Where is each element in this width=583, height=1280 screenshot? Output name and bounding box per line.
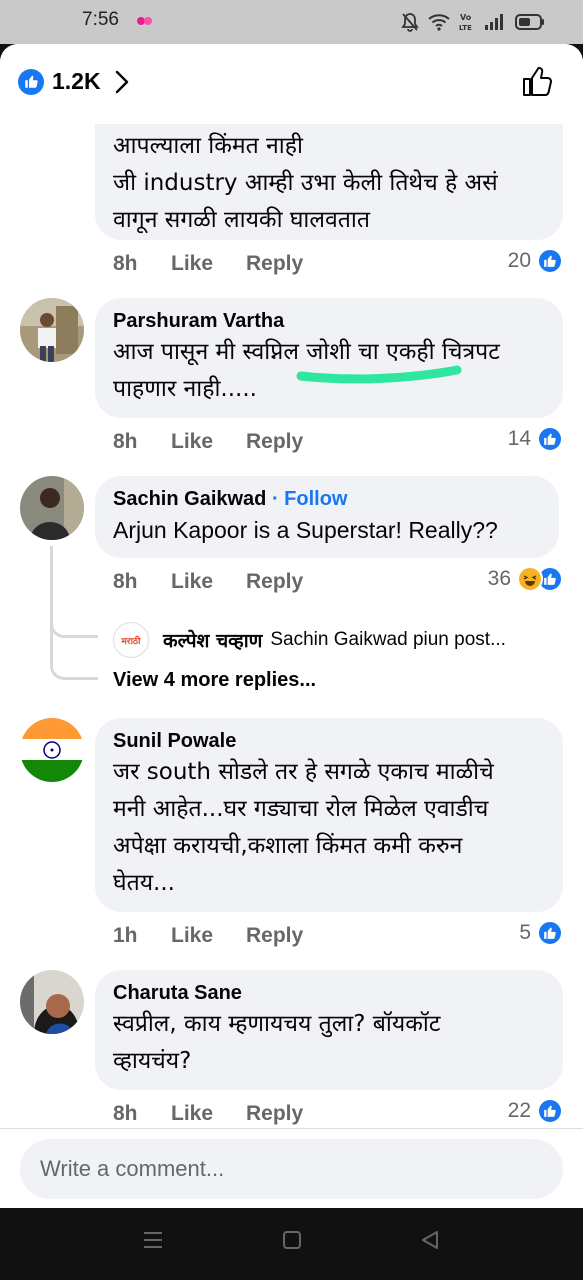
avatar[interactable] <box>20 476 84 540</box>
menu-nav-icon[interactable] <box>143 1230 163 1250</box>
mute-bell-icon <box>401 13 419 32</box>
like-button[interactable]: Like <box>171 252 246 276</box>
comment-time: 8h <box>113 1102 138 1125</box>
reply-button[interactable]: Reply <box>246 430 303 454</box>
like-button[interactable]: Like <box>171 430 246 454</box>
comment-author[interactable]: Charuta Sane <box>113 980 543 1006</box>
battery-icon <box>515 14 544 30</box>
comment-actions: 8h Like Reply <box>113 568 303 596</box>
reaction-summary[interactable]: 5 <box>519 920 563 946</box>
reaction-count: 20 <box>507 249 531 272</box>
system-nav-bar <box>0 1208 583 1280</box>
view-more-replies-link[interactable]: View 4 more replies... <box>113 669 316 692</box>
status-bar: 7:56 Vo LTE <box>0 0 583 44</box>
like-button[interactable]: Like <box>171 1102 246 1126</box>
reactions-summary[interactable]: 1.2K <box>18 68 129 95</box>
reply-button[interactable]: Reply <box>246 1102 303 1126</box>
comment-composer: Write a comment... <box>0 1128 583 1208</box>
svg-text:LTE: LTE <box>459 24 472 32</box>
reply-button[interactable]: Reply <box>246 924 303 948</box>
wifi-icon <box>428 14 450 31</box>
comment-time: 8h <box>113 570 138 593</box>
comment-text-line: मनी आहेत...घर गड्याचा रोल मिळेल एवाडीच <box>113 796 489 822</box>
haha-reaction-icon <box>517 566 543 592</box>
like-reaction-icon <box>537 920 563 946</box>
comment-text-line: जर south सोडले तर हे सगळे एकाच माळीचे <box>113 759 494 785</box>
reaction-count: 22 <box>507 1099 531 1122</box>
highlight-underline-mark <box>296 365 462 384</box>
comment-time: 1h <box>113 924 138 947</box>
reaction-summary[interactable]: 36 <box>488 566 563 592</box>
avatar[interactable] <box>20 718 84 782</box>
comment-author[interactable]: Parshuram Vartha <box>113 308 543 334</box>
back-nav-icon[interactable] <box>420 1230 440 1250</box>
total-reaction-count: 1.2K <box>52 68 101 94</box>
comment-author[interactable]: Sachin Gaikwad <box>113 488 266 510</box>
avatar[interactable] <box>20 298 84 362</box>
reply-button[interactable]: Reply <box>246 252 303 276</box>
comment-text-line: Arjun Kapoor is a Superstar! Really?? <box>113 517 498 543</box>
reaction-count: 14 <box>507 427 531 450</box>
comment-author-row: Sachin Gaikwad · Follow <box>113 486 539 512</box>
reactions-header: 1.2K <box>0 44 583 124</box>
home-nav-icon[interactable] <box>282 1230 302 1250</box>
comment-time: 8h <box>113 430 138 453</box>
notification-dots-icon <box>137 17 153 25</box>
avatar[interactable]: मराठी <box>113 622 149 658</box>
reply-preview[interactable]: मराठी कल्पेश चव्हाण Sachin Gaikwad piun … <box>113 622 506 658</box>
like-post-button[interactable] <box>521 64 555 98</box>
comment-author[interactable]: Sunil Powale <box>113 728 543 754</box>
signal-icon <box>485 14 503 30</box>
comment-bubble[interactable]: Sunil Powale जर south सोडले तर हे सगळे ए… <box>95 718 563 912</box>
reply-button[interactable]: Reply <box>246 570 303 594</box>
comment-time: 8h <box>113 252 138 275</box>
comment-bubble[interactable]: आपल्याला किंमत नाही जी industry आम्ही उभ… <box>95 114 563 240</box>
like-reaction-icon <box>537 426 563 452</box>
reaction-summary[interactable]: 20 <box>508 248 563 274</box>
follow-button[interactable]: · Follow <box>272 488 348 510</box>
comment-input[interactable]: Write a comment... <box>20 1139 563 1199</box>
status-icons: Vo LTE <box>401 11 545 33</box>
comment-bubble[interactable]: Parshuram Vartha आज पासून मी स्वप्निल जो… <box>95 298 563 418</box>
reaction-count: 5 <box>519 921 531 944</box>
thread-connector <box>50 632 98 680</box>
like-reaction-icon <box>18 68 44 95</box>
like-reaction-icon <box>537 1098 563 1124</box>
comment-list[interactable]: आपल्याला किंमत नाही जी industry आम्ही उभ… <box>0 44 583 1128</box>
like-reaction-icon <box>537 248 563 274</box>
comment-text-line: जी industry आम्ही उभा केली तिथेच हे असं <box>113 170 498 196</box>
comment-text-line: स्वप्रील, काय म्हणायचय तुला? बॉयकॉट <box>113 1011 441 1037</box>
svg-text:Vo: Vo <box>460 13 472 22</box>
comments-sheet: आपल्याला किंमत नाही जी industry आम्ही उभ… <box>0 44 583 1208</box>
comment-text-line: वागून सगळी लायकी घालवतात <box>113 207 370 233</box>
like-button[interactable]: Like <box>171 570 246 594</box>
comment-bubble[interactable]: Charuta Sane स्वप्रील, काय म्हणायचय तुला… <box>95 970 563 1090</box>
comment-text-line: व्हायचंय? <box>113 1048 192 1074</box>
reply-text: Sachin Gaikwad piun post... <box>270 629 506 650</box>
comment-text-line: आपल्याला किंमत नाही <box>113 133 303 159</box>
reply-author[interactable]: कल्पेश चव्हाण <box>163 627 262 653</box>
reaction-count: 36 <box>487 567 511 590</box>
comment-actions: 8h Like Reply <box>113 428 303 456</box>
avatar[interactable] <box>20 970 84 1034</box>
comment-text-line: घेतय... <box>113 870 175 896</box>
comment-actions: 8h Like Reply <box>113 1100 303 1128</box>
chevron-right-icon <box>115 70 128 93</box>
reaction-summary[interactable]: 14 <box>508 426 563 452</box>
comment-text-line: अपेक्षा करायची,कशाला किंमत कमी करुन <box>113 833 463 859</box>
comment-actions: 8h Like Reply <box>113 250 303 278</box>
volte-icon: Vo LTE <box>459 13 472 32</box>
like-button[interactable]: Like <box>171 924 246 948</box>
reaction-summary[interactable]: 22 <box>508 1098 563 1124</box>
reply-avatar-logo: मराठी <box>121 636 141 647</box>
comment-actions: 1h Like Reply <box>113 922 303 950</box>
status-time: 7:56 <box>82 9 119 30</box>
comment-bubble[interactable]: Sachin Gaikwad · Follow Arjun Kapoor is … <box>95 476 559 558</box>
